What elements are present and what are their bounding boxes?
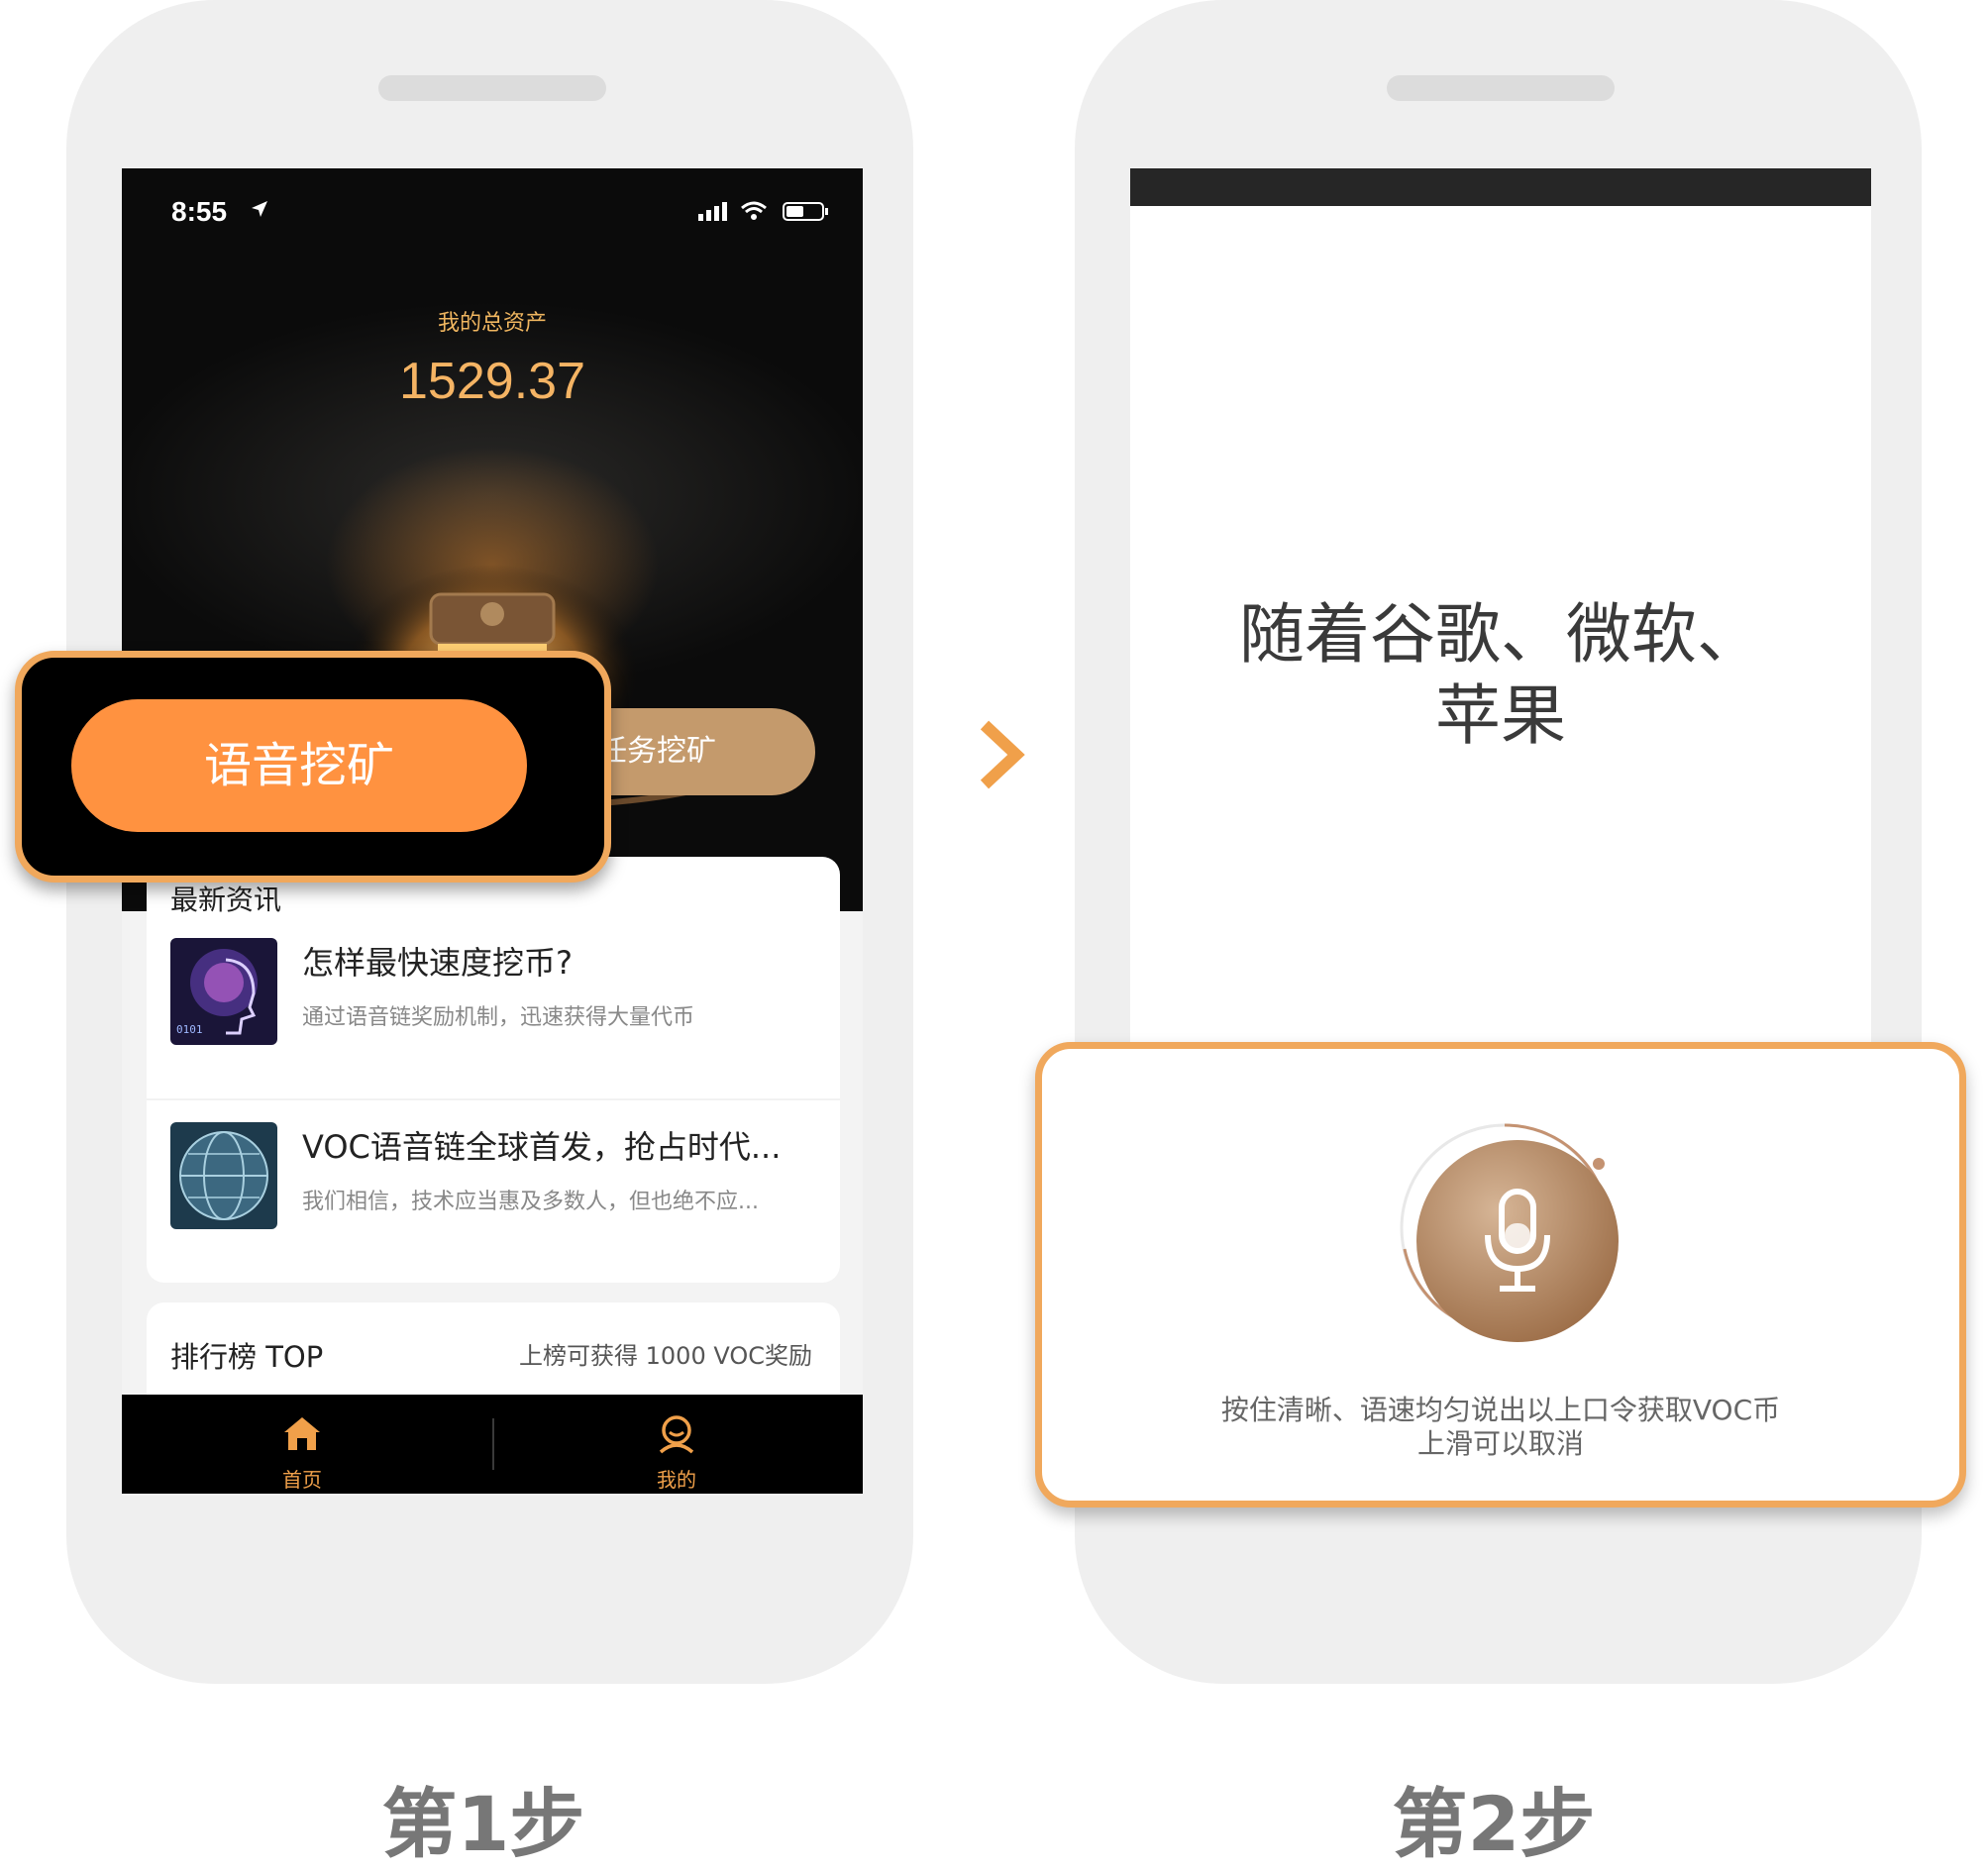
tab-home[interactable]: 首页	[203, 1395, 401, 1494]
news-summary: 我们相信，技术应当惠及多数人，但也绝不应...	[302, 1190, 759, 1214]
status-indicators	[698, 201, 828, 221]
total-assets-label: 我的总资产	[437, 311, 547, 336]
user-icon	[659, 1415, 694, 1454]
voice-recording-screen: 随着谷歌、微软、 苹果	[1130, 168, 1871, 1159]
news-headline: 怎样最快速度挖币?	[302, 944, 573, 982]
news-summary: 通过语音链奖励机制，迅速获得大量代币	[302, 1005, 695, 1030]
step-1-label: 第1步	[381, 1780, 585, 1868]
home-icon	[284, 1417, 320, 1450]
record-panel-highlight: 按住清晰、语速均匀说出以上口令获取VOC币 上滑可以取消	[1035, 1042, 1966, 1508]
location-arrow-icon	[252, 201, 267, 217]
status-bar	[1130, 168, 1871, 206]
hold-to-record-button[interactable]	[1416, 1140, 1619, 1342]
passphrase-line-1: 随着谷歌、微软、	[1239, 596, 1762, 673]
news-divider	[147, 1098, 840, 1100]
news-headline: VOC语音链全球首发，抢占时代...	[302, 1128, 782, 1166]
chevron-right-icon	[980, 720, 1025, 789]
record-instruction-line-2: 上滑可以取消	[1416, 1427, 1584, 1460]
tab-home-label: 首页	[282, 1468, 322, 1492]
microphone-icon	[1485, 1189, 1550, 1292]
news-card: 最新资讯 0101 怎样最快速度挖币? 通过语音链奖励机制，迅速获得大量代币 V…	[147, 857, 840, 1283]
news-section-title: 最新资讯	[170, 884, 282, 916]
phone-speaker	[378, 75, 606, 101]
passphrase-text: 随着谷歌、微软、 苹果	[1130, 594, 1871, 757]
tab-mine[interactable]: 我的	[577, 1395, 776, 1494]
voice-mining-button[interactable]: 语音挖矿	[71, 699, 527, 832]
news-thumbnail-ai-head: 0101	[170, 938, 277, 1045]
status-bar: 8:55	[122, 168, 863, 232]
passphrase-line-2: 苹果	[1435, 677, 1566, 754]
tab-mine-label: 我的	[657, 1468, 696, 1492]
cellular-signal-icon	[698, 202, 727, 221]
wifi-icon	[741, 201, 767, 220]
step-2-label: 第2步	[1392, 1780, 1596, 1868]
leaderboard-title: 排行榜 TOP	[170, 1340, 324, 1374]
total-assets-value: 1529.37	[399, 353, 585, 410]
news-thumbnail-globe	[170, 1122, 277, 1229]
news-list-item[interactable]: VOC语音链全球首发，抢占时代... 我们相信，技术应当惠及多数人，但也绝不应.…	[147, 1122, 840, 1281]
bottom-tab-bar: 首页 我的	[122, 1395, 863, 1494]
record-instruction-line-1: 按住清晰、语速均匀说出以上口令获取VOC币	[1220, 1394, 1781, 1426]
phone-speaker	[1387, 75, 1615, 101]
news-list-item[interactable]: 0101 怎样最快速度挖币? 通过语音链奖励机制，迅速获得大量代币	[147, 938, 840, 1096]
svg-text:0101: 0101	[176, 1023, 203, 1036]
battery-icon	[783, 202, 828, 221]
voice-mining-highlight: 语音挖矿	[15, 651, 611, 883]
record-instruction: 按住清晰、语速均匀说出以上口令获取VOC币 上滑可以取消	[1042, 1394, 1959, 1461]
recording-progress-dot	[1593, 1158, 1605, 1170]
leaderboard-reward-text: 上榜可获得 1000 VOC奖励	[519, 1342, 812, 1370]
tab-divider	[492, 1418, 494, 1470]
status-time: 8:55	[171, 196, 228, 227]
